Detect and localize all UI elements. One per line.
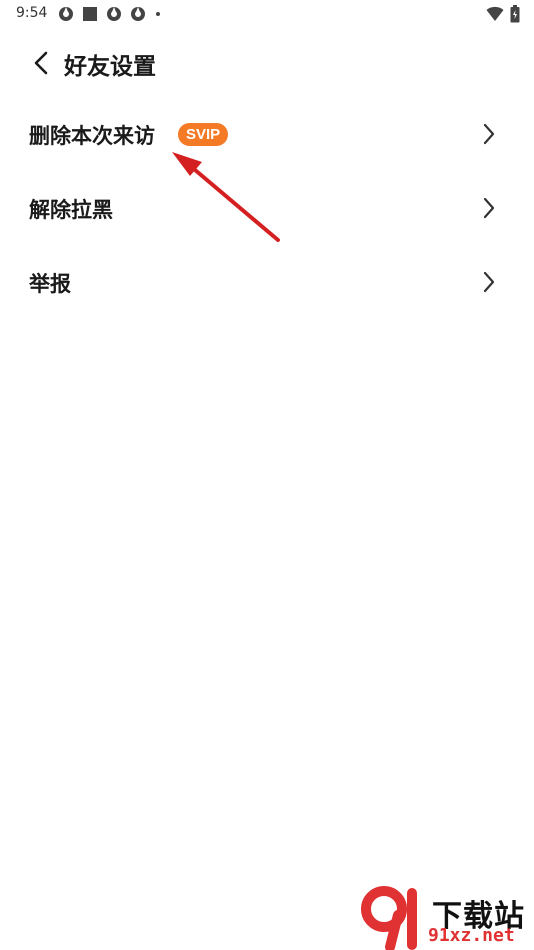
watermark-domain: 91xz.net (428, 925, 515, 946)
app-icon (59, 7, 73, 21)
chevron-right-icon (483, 197, 495, 219)
dot-icon (156, 12, 160, 16)
header: 好友设置 (0, 40, 534, 86)
square-icon (83, 7, 97, 21)
page-title: 好友设置 (64, 54, 156, 80)
menu-item-label: 举报 (29, 272, 71, 296)
menu-item-label: 解除拉黑 (29, 198, 113, 222)
wifi-icon (486, 6, 504, 21)
menu-item-report[interactable]: 举报 (0, 246, 534, 320)
back-button[interactable] (26, 48, 56, 78)
red-arrow-annotation (172, 152, 280, 242)
watermark: 下载站 91xz.net (360, 885, 534, 950)
status-icons-left (58, 6, 162, 22)
status-time: 9:54 (16, 5, 48, 21)
chevron-left-icon (34, 51, 48, 75)
battery-icon (510, 5, 520, 23)
91-logo-icon (361, 886, 417, 950)
app-icon (131, 7, 145, 21)
app-icon (107, 7, 121, 21)
menu-item-label: 删除本次来访 (29, 124, 155, 148)
chevron-right-icon (483, 271, 495, 293)
chevron-right-icon (483, 123, 495, 145)
status-icons-right (486, 5, 520, 23)
status-bar: 9:54 (0, 0, 534, 28)
